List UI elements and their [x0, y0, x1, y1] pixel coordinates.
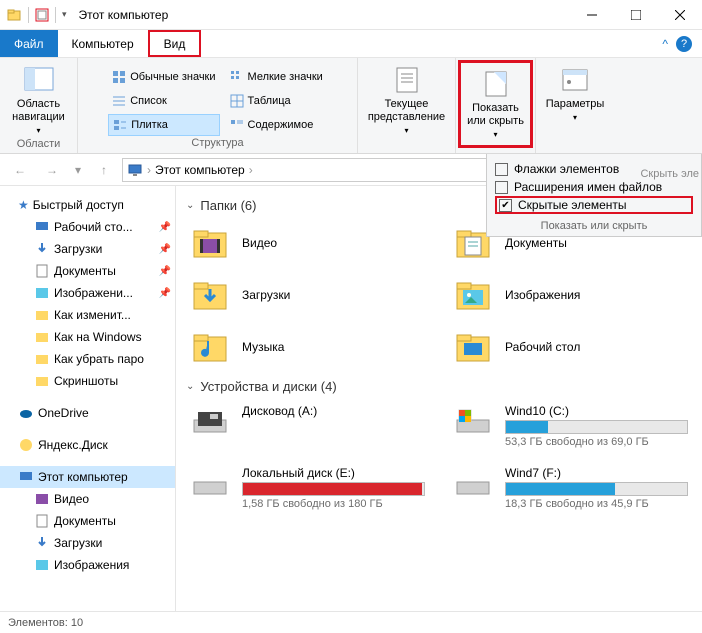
- ribbon-collapse-icon[interactable]: ^: [662, 37, 668, 51]
- nav-screenshots[interactable]: Скриншоты: [0, 370, 175, 392]
- options-label: Параметры: [546, 98, 605, 111]
- nav-downloads[interactable]: Загрузки📌: [0, 238, 175, 260]
- nav-video[interactable]: Видео: [0, 488, 175, 510]
- view-regular-icons[interactable]: Обычные значки: [108, 66, 219, 88]
- nav-folder-2[interactable]: Как на Windows: [0, 326, 175, 348]
- current-view-label: Текущее представление: [368, 98, 445, 124]
- forward-button[interactable]: →: [38, 158, 66, 182]
- drive-label: Дисковод (A:): [242, 404, 425, 418]
- folder-desktop[interactable]: Рабочий стол: [449, 323, 692, 371]
- capacity-bar: [505, 482, 688, 496]
- nav-documents[interactable]: Документы📌: [0, 260, 175, 282]
- show-hide-label: Показать или скрыть: [467, 102, 524, 128]
- group-struct-label: Структура: [191, 137, 243, 151]
- address-text: Этот компьютер: [155, 163, 245, 177]
- show-hide-group-label: Показать или скрыть: [495, 220, 693, 232]
- close-button[interactable]: [658, 0, 702, 30]
- folder-downloads[interactable]: Загрузки: [186, 271, 429, 319]
- folder-music[interactable]: Музыка: [186, 323, 429, 371]
- view-content[interactable]: Содержимое: [226, 114, 327, 136]
- menu-view[interactable]: Вид: [148, 30, 202, 57]
- drive-icon: [453, 466, 493, 506]
- drive-e[interactable]: Локальный диск (E:) 1,58 ГБ свободно из …: [186, 462, 429, 514]
- folder-pictures[interactable]: Изображения: [449, 271, 692, 319]
- qat-dropdown-icon[interactable]: ▾: [62, 9, 67, 20]
- nav-this-pc[interactable]: Этот компьютер: [0, 466, 175, 488]
- help-icon[interactable]: ?: [676, 36, 692, 52]
- nav-pane-button[interactable]: Область навигации ▾: [6, 62, 71, 138]
- drive-label: Локальный диск (E:): [242, 466, 425, 480]
- nav-downloads-2[interactable]: Загрузки: [0, 532, 175, 554]
- chevron-down-icon: ⌄: [186, 381, 194, 392]
- minimize-button[interactable]: [570, 0, 614, 30]
- window-title: Этот компьютер: [73, 8, 570, 22]
- section-drives[interactable]: ⌄Устройства и диски (4): [186, 379, 692, 394]
- up-button[interactable]: ↑: [90, 158, 118, 182]
- status-bar: Элементов: 10: [0, 611, 702, 633]
- pin-icon: 📌: [159, 222, 171, 233]
- chevron-down-icon: ⌄: [186, 200, 194, 211]
- capacity-bar: [242, 482, 425, 496]
- pin-icon: 📌: [159, 244, 171, 255]
- ribbon: Область навигации ▾ Области Обычные знач…: [0, 58, 702, 154]
- computer-icon: [127, 162, 143, 178]
- menu-computer[interactable]: Компьютер: [58, 30, 148, 57]
- drive-freespace: 53,3 ГБ свободно из 69,0 ГБ: [505, 436, 688, 448]
- drive-label: Wind7 (F:): [505, 466, 688, 480]
- drive-freespace: 18,3 ГБ свободно из 45,9 ГБ: [505, 498, 688, 510]
- address-box[interactable]: › Этот компьютер ›: [122, 158, 492, 182]
- checkbox-hidden-items[interactable]: ✔Скрытые элементы: [495, 196, 693, 214]
- drive-f[interactable]: Wind7 (F:) 18,3 ГБ свободно из 45,9 ГБ: [449, 462, 692, 514]
- title-bar: ▾ Этот компьютер: [0, 0, 702, 30]
- drive-icon: [190, 466, 230, 506]
- explorer-icon: [6, 7, 22, 23]
- drive-icon: [453, 404, 493, 444]
- nav-pictures-2[interactable]: Изображения: [0, 554, 175, 576]
- drive-label: Wind10 (C:): [505, 404, 688, 418]
- options-button[interactable]: Параметры ▾: [540, 62, 611, 125]
- nav-folder-3[interactable]: Как убрать паро: [0, 348, 175, 370]
- pin-icon: 📌: [159, 288, 171, 299]
- view-tiles[interactable]: Плитка: [108, 114, 219, 136]
- history-dropdown[interactable]: ▾: [70, 158, 86, 182]
- nav-yandex-disk[interactable]: Яндекс.Диск: [0, 434, 175, 456]
- status-item-count: Элементов: 10: [8, 617, 83, 629]
- group-regions-label: Области: [17, 138, 61, 152]
- capacity-bar: [505, 420, 688, 434]
- properties-icon[interactable]: [35, 8, 49, 22]
- menu-bar: Файл Компьютер Вид ^ ?: [0, 30, 702, 58]
- nav-quick-access[interactable]: ★Быстрый доступ: [0, 194, 175, 216]
- menu-file[interactable]: Файл: [0, 30, 58, 57]
- show-hide-dropdown: Скрыть эле Флажки элементов Расширения и…: [486, 154, 702, 237]
- drive-a[interactable]: Дисковод (A:): [186, 400, 429, 452]
- pin-icon: 📌: [159, 266, 171, 277]
- nav-pictures[interactable]: Изображени...📌: [0, 282, 175, 304]
- drive-c[interactable]: Wind10 (C:) 53,3 ГБ свободно из 69,0 ГБ: [449, 400, 692, 452]
- nav-onedrive[interactable]: OneDrive: [0, 402, 175, 424]
- folder-video[interactable]: Видео: [186, 219, 429, 267]
- current-view-button[interactable]: Текущее представление ▾: [362, 62, 451, 138]
- view-list[interactable]: Список: [108, 90, 219, 112]
- floppy-icon: [190, 404, 230, 444]
- content-pane: ⌄Папки (6) Видео Документы Загрузки Изоб…: [176, 186, 702, 611]
- back-button[interactable]: ←: [6, 158, 34, 182]
- hide-elements-hint: Скрыть эле: [640, 168, 699, 181]
- navigation-tree: ★Быстрый доступ Рабочий сто...📌 Загрузки…: [0, 186, 176, 611]
- view-small-icons[interactable]: Мелкие значки: [226, 66, 327, 88]
- nav-pane-label: Область навигации: [12, 98, 65, 124]
- drive-freespace: 1,58 ГБ свободно из 180 ГБ: [242, 498, 425, 510]
- nav-desktop[interactable]: Рабочий сто...📌: [0, 216, 175, 238]
- nav-folder-1[interactable]: Как изменит...: [0, 304, 175, 326]
- show-hide-button[interactable]: Показать или скрыть ▾: [458, 60, 533, 148]
- nav-documents-2[interactable]: Документы: [0, 510, 175, 532]
- maximize-button[interactable]: [614, 0, 658, 30]
- view-table[interactable]: Таблица: [226, 90, 327, 112]
